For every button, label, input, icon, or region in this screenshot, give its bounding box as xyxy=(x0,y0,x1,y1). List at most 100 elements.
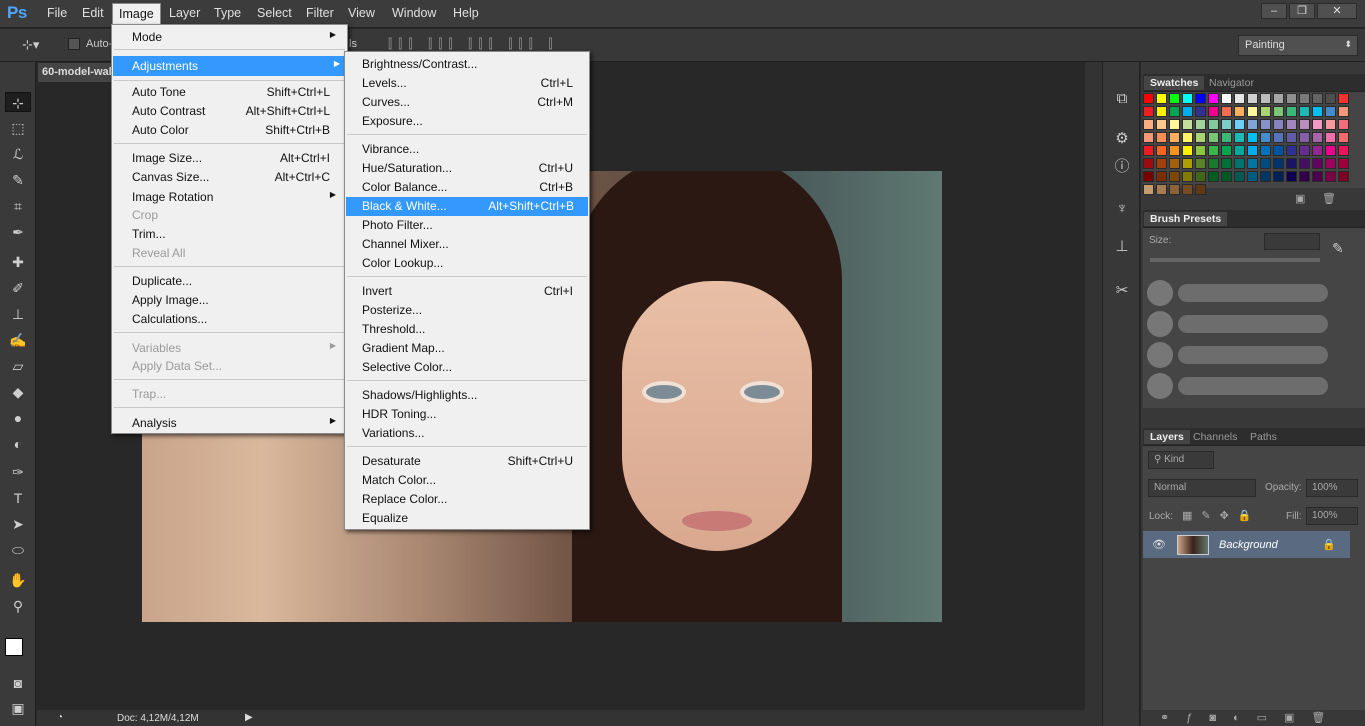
menu-item-photo-filter[interactable]: Photo Filter... xyxy=(362,218,587,237)
color-swatch[interactable] xyxy=(1273,132,1284,143)
hand-tool-icon[interactable]: ✋ xyxy=(8,570,28,590)
paint-bucket-tool-icon[interactable]: ◆ xyxy=(8,382,28,402)
color-swatch[interactable] xyxy=(1169,171,1180,182)
brush-stroke-2[interactable] xyxy=(1178,315,1328,333)
path-selection-tool-icon[interactable]: ➤ xyxy=(8,514,28,534)
color-swatch[interactable] xyxy=(1221,158,1232,169)
brush-preset-4[interactable] xyxy=(1147,373,1173,399)
menu-item-brightness-contrast[interactable]: Brightness/Contrast... xyxy=(362,57,587,76)
menu-item-mode[interactable]: Mode ▶ xyxy=(132,30,342,49)
eraser-tool-icon[interactable]: ▱ xyxy=(8,356,28,376)
color-swatch[interactable] xyxy=(1234,119,1245,130)
brush-tool-icon[interactable]: ✐ xyxy=(8,278,28,298)
color-swatch[interactable] xyxy=(1195,145,1206,156)
color-swatch[interactable] xyxy=(1208,158,1219,169)
visibility-eye-icon[interactable]: 👁 xyxy=(1152,538,1166,551)
ellipse-tool-icon[interactable]: ⬭ xyxy=(8,540,28,560)
close-icon[interactable]: ✕ xyxy=(1317,3,1357,19)
color-swatch[interactable] xyxy=(1299,145,1310,156)
menu-item-adjustments[interactable]: Adjustments ▶ xyxy=(113,56,346,76)
color-swatch[interactable] xyxy=(1260,93,1271,104)
menu-view[interactable]: View xyxy=(348,6,375,20)
color-swatch[interactable] xyxy=(1143,145,1154,156)
color-swatch[interactable] xyxy=(1286,132,1297,143)
workspace-select[interactable]: Painting ⬍ xyxy=(1238,35,1358,56)
color-swatch[interactable] xyxy=(1286,93,1297,104)
color-swatch[interactable] xyxy=(1208,119,1219,130)
menu-item-hue-saturation[interactable]: Hue/Saturation... Ctrl+U xyxy=(362,161,587,180)
menu-item-calculations[interactable]: Calculations... xyxy=(132,312,342,331)
color-swatch[interactable] xyxy=(1208,171,1219,182)
color-swatch[interactable] xyxy=(1247,93,1258,104)
color-swatch[interactable] xyxy=(1195,158,1206,169)
color-swatch[interactable] xyxy=(1273,171,1284,182)
brush-size-slider[interactable] xyxy=(1150,258,1320,262)
color-swatch[interactable] xyxy=(1156,132,1167,143)
marquee-tool-icon[interactable]: ⬚ xyxy=(8,118,28,138)
menu-item-posterize[interactable]: Posterize... xyxy=(362,303,587,322)
tool-presets-icon[interactable]: ✂ xyxy=(1111,280,1133,302)
color-swatch[interactable] xyxy=(1273,93,1284,104)
color-swatch[interactable] xyxy=(1273,145,1284,156)
color-swatch[interactable] xyxy=(1156,171,1167,182)
color-swatch[interactable] xyxy=(1156,119,1167,130)
color-swatch[interactable] xyxy=(1338,158,1349,169)
color-swatch[interactable] xyxy=(1299,106,1310,117)
color-swatch[interactable] xyxy=(1143,158,1154,169)
menu-layer[interactable]: Layer xyxy=(169,6,200,20)
menu-item-desaturate[interactable]: Desaturate Shift+Ctrl+U xyxy=(362,454,587,473)
menu-item-hdr-toning[interactable]: HDR Toning... xyxy=(362,407,587,426)
color-swatch[interactable] xyxy=(1273,106,1284,117)
menu-item-auto-tone[interactable]: Auto Tone Shift+Ctrl+L xyxy=(132,85,342,104)
color-swatch[interactable] xyxy=(1325,119,1336,130)
color-swatch[interactable] xyxy=(1312,106,1323,117)
brush-stroke-1[interactable] xyxy=(1178,284,1328,302)
clone-stamp-tool-icon[interactable]: ⊥ xyxy=(8,304,28,324)
history-brush-tool-icon[interactable]: ✍ xyxy=(8,330,28,350)
color-swatch[interactable] xyxy=(1143,171,1154,182)
menu-item-selective-color[interactable]: Selective Color... xyxy=(362,360,587,379)
color-swatch[interactable] xyxy=(1286,106,1297,117)
color-swatch[interactable] xyxy=(1338,132,1349,143)
color-swatch[interactable] xyxy=(1208,145,1219,156)
color-swatch[interactable] xyxy=(1156,106,1167,117)
brush-stroke-4[interactable] xyxy=(1178,377,1328,395)
menu-item-auto-contrast[interactable]: Auto Contrast Alt+Shift+Ctrl+L xyxy=(132,104,342,123)
quick-mask-icon[interactable]: ◙ xyxy=(8,673,28,693)
healing-brush-tool-icon[interactable]: ✚ xyxy=(8,252,28,272)
color-swatch[interactable] xyxy=(1338,171,1349,182)
color-swatch[interactable] xyxy=(1260,106,1271,117)
color-swatch[interactable] xyxy=(1195,132,1206,143)
menu-file[interactable]: File xyxy=(47,6,67,20)
color-swatch[interactable] xyxy=(1234,93,1245,104)
auto-select-checkbox[interactable] xyxy=(68,38,80,50)
new-swatch-icon[interactable]: ▣ xyxy=(1295,192,1305,205)
color-swatch[interactable] xyxy=(1312,132,1323,143)
color-swatch[interactable] xyxy=(1286,145,1297,156)
brush-icon[interactable]: ♆ xyxy=(1111,198,1133,220)
color-swatch[interactable] xyxy=(1247,106,1258,117)
lasso-tool-icon[interactable]: ℒ xyxy=(8,144,28,164)
menu-item-vibrance[interactable]: Vibrance... xyxy=(362,142,587,161)
tab-swatches[interactable]: Swatches xyxy=(1144,76,1205,90)
menu-item-gradient-map[interactable]: Gradient Map... xyxy=(362,341,587,360)
zoom-tool-icon[interactable]: ⚲ xyxy=(8,596,28,616)
menu-filter[interactable]: Filter xyxy=(306,6,334,20)
color-swatch[interactable] xyxy=(1338,145,1349,156)
color-swatch[interactable] xyxy=(1247,158,1258,169)
color-swatch[interactable] xyxy=(1247,132,1258,143)
color-swatch[interactable] xyxy=(1338,93,1349,104)
color-swatch[interactable] xyxy=(1234,132,1245,143)
color-swatch[interactable] xyxy=(1260,132,1271,143)
menu-item-invert[interactable]: Invert Ctrl+I xyxy=(362,284,587,303)
color-swatch[interactable] xyxy=(1156,184,1167,195)
color-swatch[interactable] xyxy=(1182,145,1193,156)
menu-item-match-color[interactable]: Match Color... xyxy=(362,473,587,492)
menu-item-equalize[interactable]: Equalize xyxy=(362,511,587,530)
brush-preset-2[interactable] xyxy=(1147,311,1173,337)
menu-edit[interactable]: Edit xyxy=(82,6,104,20)
dodge-tool-icon[interactable]: ◐ xyxy=(8,434,28,454)
panel-collapse-strip[interactable] xyxy=(1085,62,1102,726)
screen-mode-icon[interactable]: ▣ xyxy=(8,698,28,718)
brush-stroke-3[interactable] xyxy=(1178,346,1328,364)
